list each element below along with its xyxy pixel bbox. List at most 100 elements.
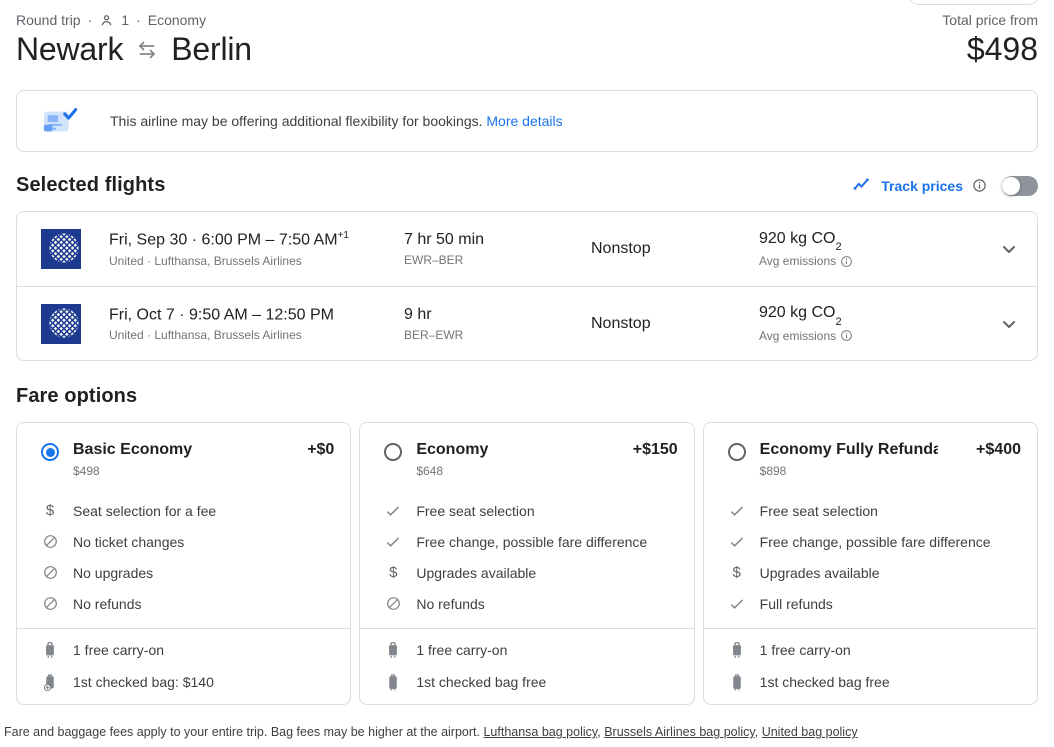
emissions-caption: Avg emissions — [759, 328, 837, 343]
fare-price: $898 — [759, 464, 787, 478]
footer-disclaimer: Fare and baggage fees apply to your enti… — [4, 725, 858, 739]
carry-on-bag-icon — [41, 641, 59, 660]
fare-name: Economy Fully Refunda... — [759, 441, 938, 458]
fare-card-economy-fully-refundable[interactable]: Economy Fully Refunda... $898 +$400 Free… — [702, 422, 1038, 705]
info-icon[interactable] — [840, 329, 853, 342]
fare-feature: Free change, possible fare difference — [728, 526, 1021, 557]
trending-line-icon — [852, 176, 872, 196]
fare-feature-text: Free seat selection — [416, 502, 535, 519]
fare-features: $ Seat selection for a fee No ticket chan… — [41, 495, 334, 619]
flight-duration-col: 9 hr BER–EWR — [404, 306, 591, 342]
info-icon[interactable] — [972, 178, 987, 193]
flight-details: Fri, Oct 7 · 9:50 AM – 12:50 PM United ·… — [109, 305, 404, 342]
fare-cards: Basic Economy $498 +$0 $ Seat selection f… — [16, 422, 1038, 705]
fare-feature-text: No refunds — [416, 595, 485, 612]
chevron-down-icon[interactable] — [989, 312, 1021, 336]
fare-price-delta: +$150 — [632, 441, 678, 458]
fare-features: Free seat selection Free change, possibl… — [384, 495, 677, 619]
baggage-row: 1st checked bag free — [728, 666, 1021, 698]
passenger-count: 1 — [121, 12, 130, 28]
flight-duration-col: 7 hr 50 min EWR–BER — [404, 231, 591, 267]
flight-duration: 7 hr 50 min — [404, 231, 485, 248]
radio-unselected[interactable] — [727, 443, 746, 461]
trip-type-label: Round trip — [16, 12, 81, 28]
flight-datetime-text: Fri, Sep 30 · 6:00 PM – 7:50 AM — [109, 231, 338, 249]
toggle-knob — [1002, 176, 1020, 195]
passenger-icon — [99, 13, 114, 28]
track-prices-label[interactable]: Track prices — [881, 178, 963, 194]
checked-bag-icon — [384, 673, 402, 692]
fare-card-header: Basic Economy $498 +$0 — [41, 441, 334, 478]
emissions-value: 920 kg CO — [759, 304, 836, 322]
baggage-section: 1 free carry-on 1st checked bag free — [728, 634, 1021, 698]
flight-row-return[interactable]: Fri, Oct 7 · 9:50 AM – 12:50 PM United ·… — [17, 286, 1037, 360]
footer-separator: , — [754, 725, 759, 739]
fare-feature: No refunds — [41, 588, 334, 619]
flight-datetime-text: Fri, Oct 7 · 9:50 AM – 12:50 PM — [109, 306, 334, 324]
flight-row-outbound[interactable]: Fri, Sep 30 · 6:00 PM – 7:50 AM+1 United… — [17, 212, 1037, 286]
emissions-caption-row: Avg emissions — [759, 254, 989, 268]
emissions-caption: Avg emissions — [759, 254, 837, 269]
flight-stops: Nonstop — [591, 314, 651, 332]
fare-options-heading: Fare options — [16, 385, 138, 407]
fare-feature-text: Free change, possible fare difference — [759, 533, 991, 550]
fare-feature: $ Upgrades available — [728, 557, 1021, 588]
card-divider — [703, 628, 1037, 629]
card-divider — [17, 628, 351, 629]
fare-card-header: Economy $648 +$150 — [384, 441, 678, 478]
flexible-booking-icon — [41, 104, 79, 138]
fare-name-block: Basic Economy $498 — [73, 441, 192, 478]
checked-bag-icon — [728, 673, 746, 692]
flight-emissions: 920 kg CO2 — [759, 304, 989, 327]
selected-flights-header: Selected flights Track prices — [16, 174, 1038, 197]
baggage-text: 1 free carry-on — [759, 642, 851, 658]
header-meta-row: Round trip · 1 · Economy Total price fro… — [16, 0, 1038, 28]
check-icon — [728, 533, 746, 551]
airline-logo-united — [41, 229, 109, 269]
fare-price: $648 — [416, 464, 444, 478]
fare-name-block: Economy Fully Refunda... $898 — [760, 441, 938, 478]
chevron-down-icon[interactable] — [989, 237, 1021, 261]
fare-card-basic-economy[interactable]: Basic Economy $498 +$0 $ Seat selection f… — [16, 422, 352, 705]
selected-flights-list: Fri, Sep 30 · 6:00 PM – 7:50 AM+1 United… — [16, 211, 1038, 361]
fare-feature-text: Full refunds — [759, 595, 833, 612]
lufthansa-bag-policy-link[interactable]: Lufthansa bag policy — [483, 725, 597, 739]
baggage-section: 1 free carry-on 1st checked bag: $140 — [41, 634, 334, 698]
flight-route: EWR–BER — [404, 253, 464, 267]
footer-text: Fare and baggage fees apply to your enti… — [4, 725, 480, 739]
fare-card-economy[interactable]: Economy $648 +$150 Free seat selection F… — [359, 422, 695, 705]
flight-datetime: Fri, Oct 7 · 9:50 AM – 12:50 PM — [109, 305, 404, 324]
flight-details: Fri, Sep 30 · 6:00 PM – 7:50 AM+1 United… — [109, 230, 404, 267]
check-icon — [384, 502, 402, 520]
fare-feature-text: Upgrades available — [759, 564, 880, 581]
fare-feature: Free seat selection — [728, 495, 1021, 526]
not-allowed-icon — [41, 533, 59, 550]
info-icon[interactable] — [840, 255, 853, 268]
not-allowed-icon — [41, 564, 59, 581]
route-title: Newark Berlin — [16, 31, 252, 68]
radio-selected[interactable] — [41, 443, 59, 461]
united-bag-policy-link[interactable]: United bag policy — [762, 725, 858, 739]
flight-stops: Nonstop — [591, 240, 651, 257]
track-prices-control[interactable]: Track prices — [852, 175, 1038, 196]
track-prices-toggle[interactable] — [1002, 175, 1038, 196]
origin-city: Newark — [16, 31, 124, 67]
fare-feature: No upgrades — [41, 557, 334, 588]
baggage-section: 1 free carry-on 1st checked bag free — [384, 634, 677, 698]
fare-feature: No refunds — [384, 588, 677, 619]
flight-airlines: United · Lufthansa, Brussels Airlines — [109, 253, 302, 268]
carry-on-bag-icon — [384, 641, 402, 660]
cutoff-top-button[interactable] — [908, 0, 1040, 5]
flight-route: BER–EWR — [404, 327, 464, 342]
flexibility-banner: This airline may be offering additional … — [16, 90, 1038, 152]
footer-separator: , — [597, 725, 601, 739]
baggage-row: 1st checked bag free — [384, 666, 677, 698]
brussels-airlines-bag-policy-link[interactable]: Brussels Airlines bag policy — [604, 725, 755, 739]
fare-price: $498 — [73, 464, 100, 478]
fare-feature-text: Seat selection for a fee — [73, 502, 217, 519]
fare-feature-text: No upgrades — [73, 564, 154, 581]
radio-unselected[interactable] — [384, 443, 403, 461]
check-icon — [728, 595, 746, 613]
co2-subscript: 2 — [835, 241, 842, 254]
more-details-link[interactable]: More details — [486, 113, 562, 129]
